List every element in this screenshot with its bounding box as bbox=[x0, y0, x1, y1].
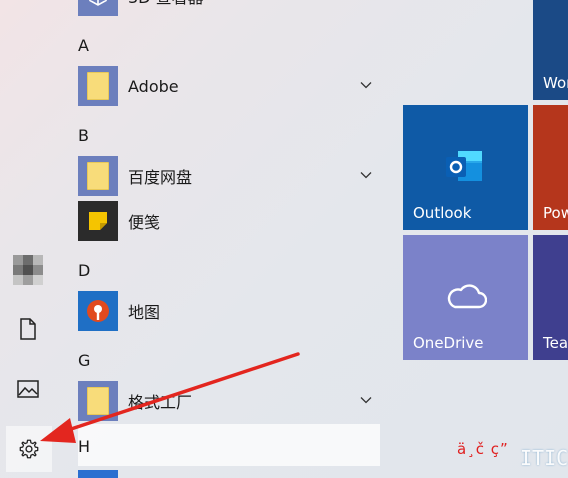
ime-candidate-text: ä¸č ç” bbox=[457, 440, 509, 458]
annotation-arrow bbox=[40, 352, 300, 443]
watermark-logo: ITIC bbox=[520, 446, 568, 470]
